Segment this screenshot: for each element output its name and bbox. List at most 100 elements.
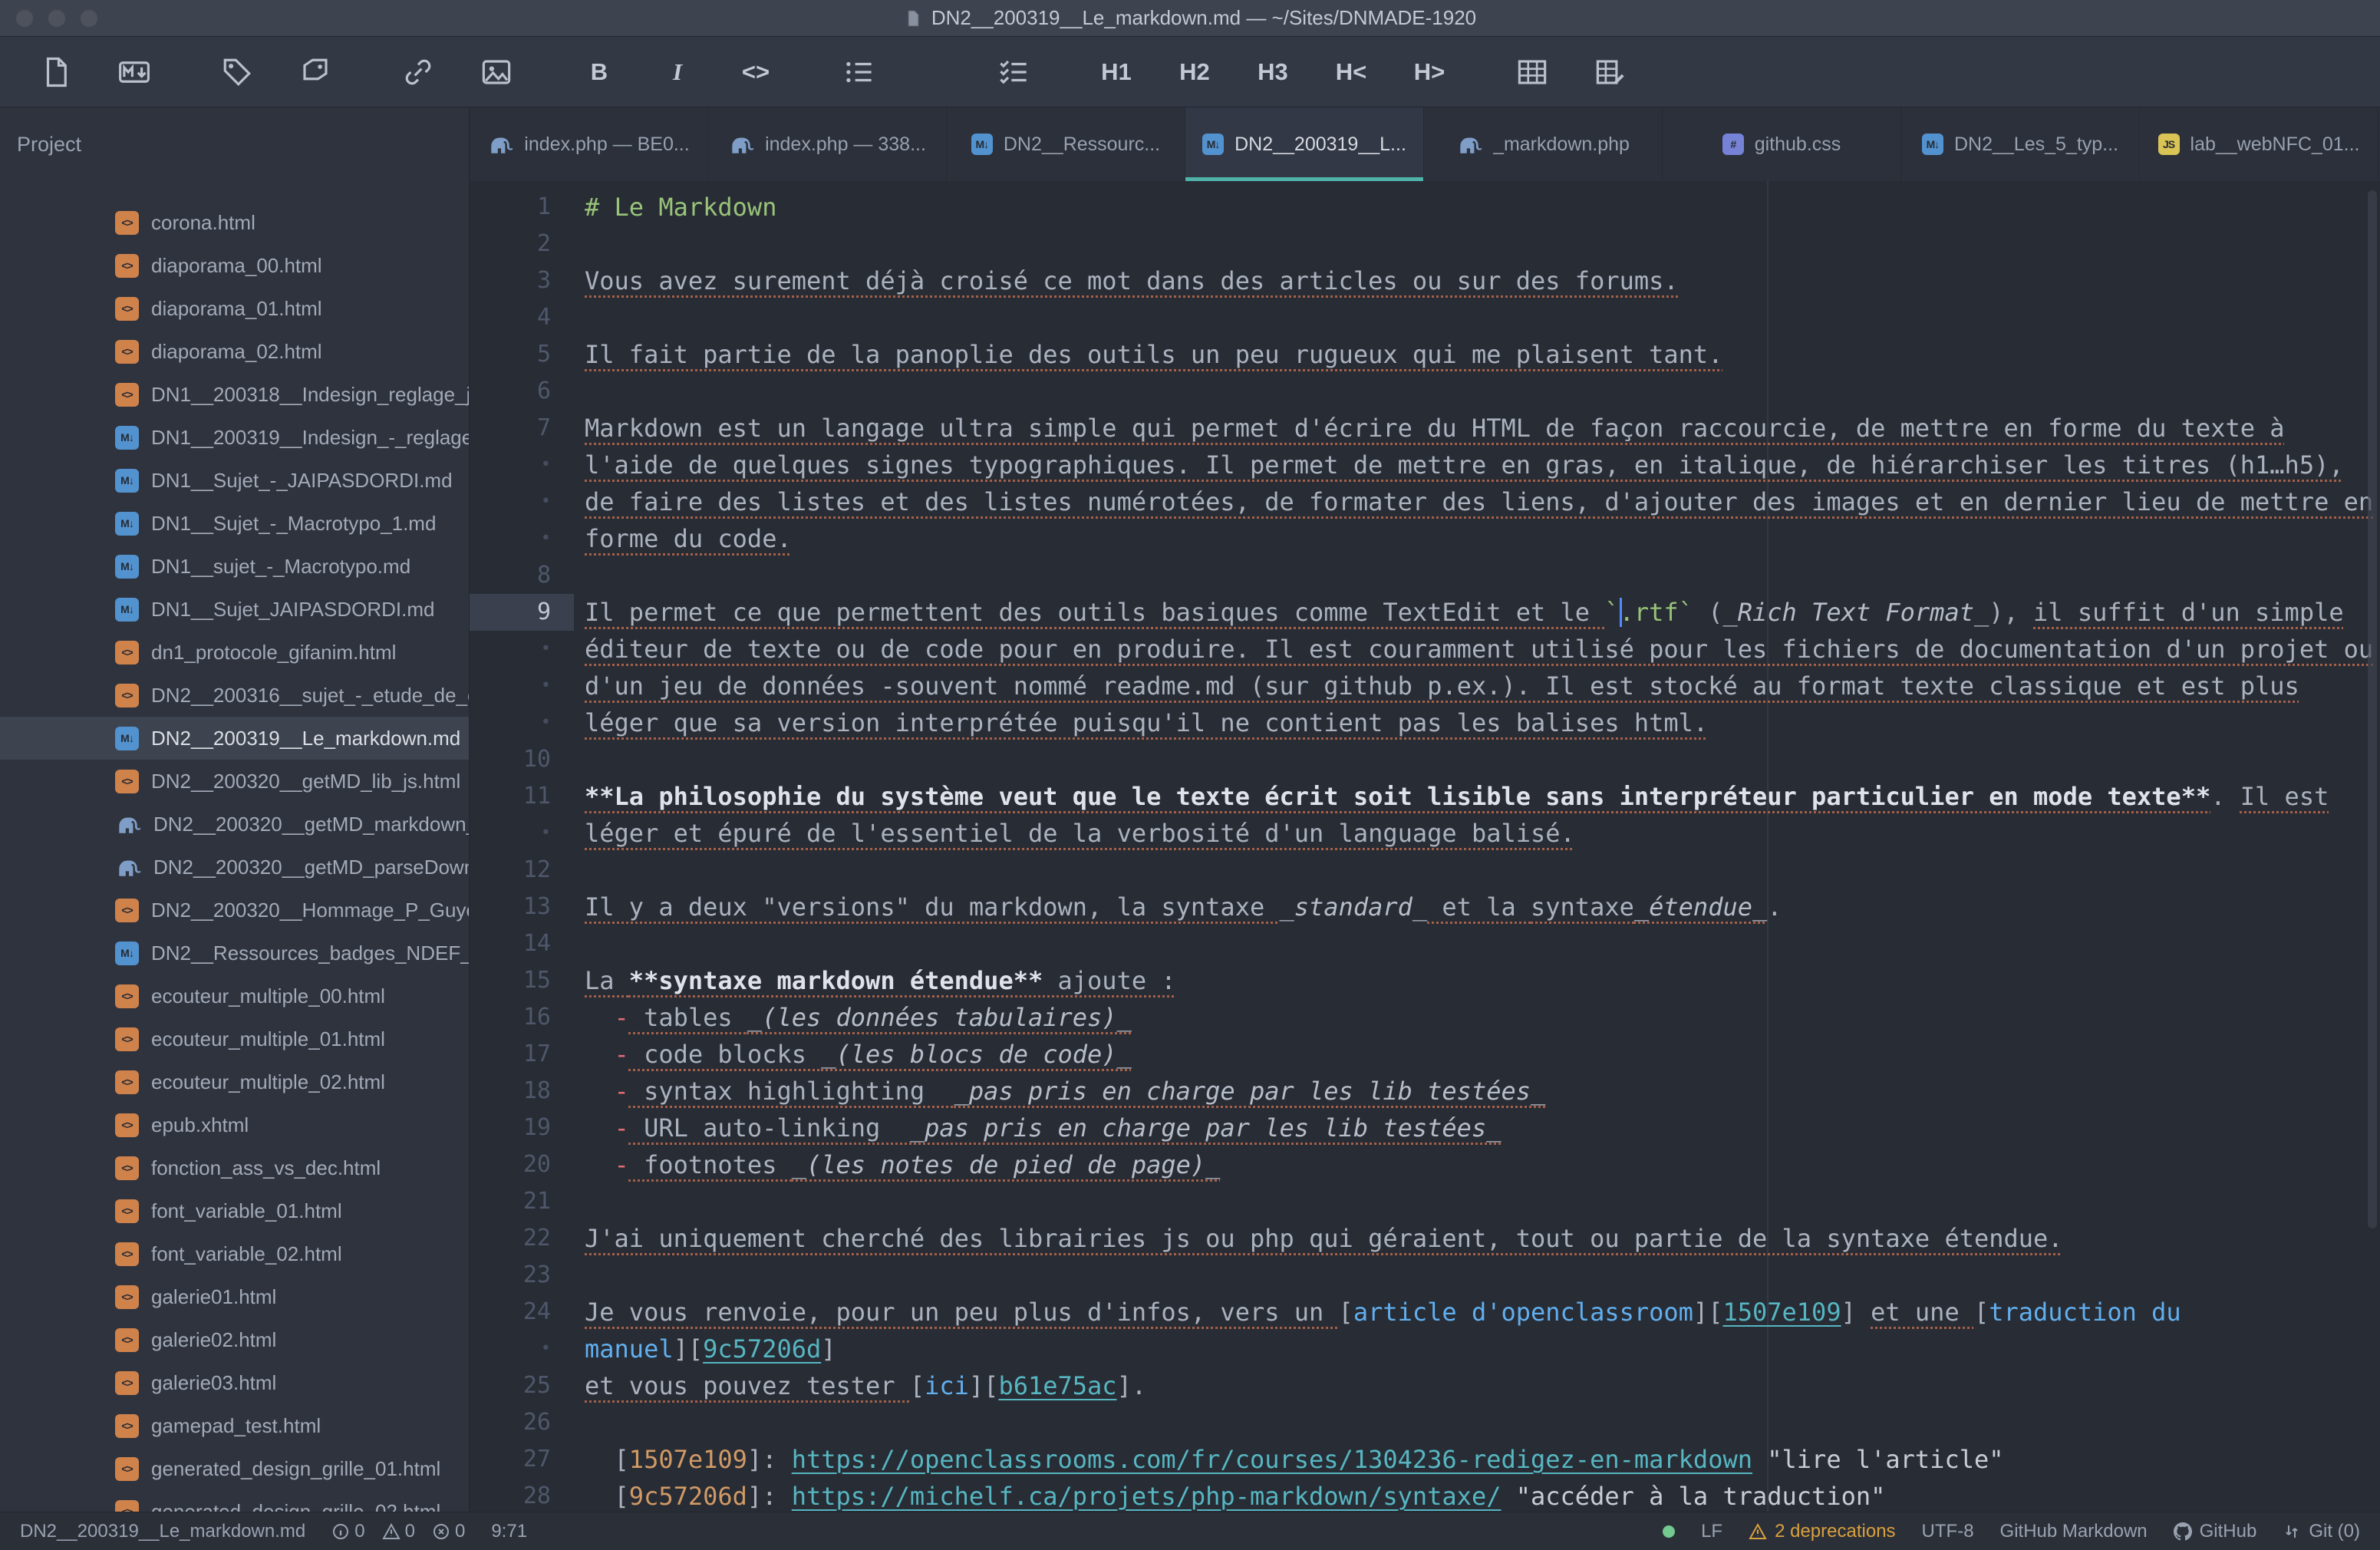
- tree-item-ecouteur_multiple_02.html[interactable]: <>ecouteur_multiple_02.html: [0, 1060, 469, 1103]
- italic-button[interactable]: I: [655, 48, 700, 96]
- code-line[interactable]: Markdown est un langage ultra simple qui…: [574, 410, 2380, 447]
- tree-item-diaporama_00.html[interactable]: <>diaporama_00.html: [0, 244, 469, 287]
- line-number[interactable]: 8: [470, 557, 574, 594]
- line-number[interactable]: 24: [470, 1294, 574, 1331]
- editor-scrollbar[interactable]: [2368, 190, 2377, 1228]
- status-deprecations[interactable]: 2 deprecations: [1749, 1521, 1895, 1542]
- code-button[interactable]: <>: [733, 48, 778, 96]
- code-line[interactable]: [574, 1257, 2380, 1294]
- line-number[interactable]: 14: [470, 925, 574, 962]
- tree-item-DN2__200316__sujet_-_etude_de_cas[interactable]: <>DN2__200316__sujet_-_etude_de_cas: [0, 674, 469, 717]
- status-github[interactable]: GitHub: [2174, 1521, 2257, 1542]
- tree-item-dn1_protocole_gifanim.html[interactable]: <>dn1_protocole_gifanim.html: [0, 631, 469, 674]
- tree-item-DN1__Sujet_-_Macrotypo_1.md[interactable]: M↓DN1__Sujet_-_Macrotypo_1.md: [0, 502, 469, 545]
- link-button[interactable]: [396, 48, 440, 96]
- code-line[interactable]: Il y a deux "versions" du markdown, la s…: [574, 889, 2380, 925]
- code-line[interactable]: [574, 741, 2380, 778]
- tree-item-DN1__Sujet_-_JAIPASDORDI.md[interactable]: M↓DN1__Sujet_-_JAIPASDORDI.md: [0, 459, 469, 502]
- line-number[interactable]: 18: [470, 1073, 574, 1110]
- code-line[interactable]: - tables _(les données tabulaires)_: [574, 999, 2380, 1036]
- code-line[interactable]: Il fait partie de la panoplie des outils…: [574, 336, 2380, 373]
- code-line[interactable]: de faire des listes et des listes numéro…: [574, 483, 2380, 520]
- check-list-button[interactable]: [991, 48, 1036, 96]
- code-line[interactable]: et vous pouvez tester [ici][b61e75ac].: [574, 1367, 2380, 1404]
- code-line[interactable]: Vous avez surement déjà croisé ce mot da…: [574, 262, 2380, 299]
- markdown-button[interactable]: [112, 48, 157, 96]
- tree-item-DN2__200320__getMD_lib_js.html[interactable]: <>DN2__200320__getMD_lib_js.html: [0, 760, 469, 803]
- code-line[interactable]: forme du code.: [574, 520, 2380, 557]
- table-button[interactable]: [1510, 48, 1554, 96]
- line-number[interactable]: 9: [470, 594, 574, 631]
- text-editor[interactable]: 1# Le Markdown23Vous avez surement déjà …: [470, 181, 2380, 1512]
- bullet-list-button[interactable]: [836, 48, 881, 96]
- code-line[interactable]: [574, 557, 2380, 594]
- line-number[interactable]: 20: [470, 1146, 574, 1183]
- line-number[interactable]: 28: [470, 1478, 574, 1512]
- code-line[interactable]: - syntax highlighting _pas pris en charg…: [574, 1073, 2380, 1110]
- code-line[interactable]: [9c57206d]: https://michelf.ca/projets/p…: [574, 1478, 2380, 1512]
- line-number[interactable]: 13: [470, 889, 574, 925]
- tab-DN2__Ressourc...[interactable]: M↓DN2__Ressourc...: [947, 107, 1185, 181]
- code-line[interactable]: manuel][9c57206d]: [574, 1331, 2380, 1367]
- tree-item-generated_design_grille_02.html[interactable]: <>generated_design_grille_02.html: [0, 1490, 469, 1512]
- tab-index.php — BE0...[interactable]: index.php — BE0...: [470, 107, 708, 181]
- tree-item-font_variable_02.html[interactable]: <>font_variable_02.html: [0, 1232, 469, 1275]
- line-number[interactable]: 19: [470, 1110, 574, 1146]
- code-line[interactable]: [574, 925, 2380, 962]
- tree-item-DN2__200320__getMD_markdown_lib[interactable]: DN2__200320__getMD_markdown_lib: [0, 803, 469, 846]
- code-line[interactable]: [574, 299, 2380, 336]
- code-line[interactable]: - code blocks _(les blocs de code)_: [574, 1036, 2380, 1073]
- code-line[interactable]: [1507e109]: https://openclassrooms.com/f…: [574, 1441, 2380, 1478]
- diagnostic-warning-triangle[interactable]: 0: [382, 1521, 415, 1542]
- tree-item-DN2__Ressources_badges_NDEF_-_N[interactable]: M↓DN2__Ressources_badges_NDEF_-_N: [0, 932, 469, 975]
- line-number[interactable]: 23: [470, 1257, 574, 1294]
- code-line[interactable]: - URL auto-linking _pas pris en charge p…: [574, 1110, 2380, 1146]
- line-number[interactable]: 25: [470, 1367, 574, 1404]
- tree-item-font_variable_01.html[interactable]: <>font_variable_01.html: [0, 1189, 469, 1232]
- heading-increase-button[interactable]: H>: [1407, 48, 1452, 96]
- line-number[interactable]: 1: [470, 189, 574, 226]
- heading-decrease-button[interactable]: H<: [1329, 48, 1373, 96]
- label-button[interactable]: [293, 48, 338, 96]
- code-line[interactable]: Il permet ce que permettent des outils b…: [574, 594, 2380, 631]
- cursor-position[interactable]: 9:71: [491, 1521, 527, 1542]
- line-number[interactable]: 26: [470, 1404, 574, 1441]
- tree-item-ecouteur_multiple_00.html[interactable]: <>ecouteur_multiple_00.html: [0, 975, 469, 1017]
- tab-DN2__Les_5_typ...[interactable]: M↓DN2__Les_5_typ...: [1901, 107, 2140, 181]
- status-git[interactable]: Git (0): [2283, 1521, 2360, 1542]
- line-number[interactable]: 21: [470, 1183, 574, 1220]
- line-number[interactable]: 12: [470, 852, 574, 889]
- h3-button[interactable]: H3: [1251, 48, 1295, 96]
- tree-item-generated_design_grille_01.html[interactable]: <>generated_design_grille_01.html: [0, 1447, 469, 1490]
- tree-item-gamepad_test.html[interactable]: <>gamepad_test.html: [0, 1404, 469, 1447]
- code-line[interactable]: [574, 1183, 2380, 1220]
- tree-item-fonction_ass_vs_dec.html[interactable]: <>fonction_ass_vs_dec.html: [0, 1146, 469, 1189]
- line-number[interactable]: 16: [470, 999, 574, 1036]
- code-line[interactable]: léger que sa version interprétée puisqu'…: [574, 704, 2380, 741]
- code-line[interactable]: d'un jeu de données -souvent nommé readm…: [574, 668, 2380, 704]
- code-line[interactable]: - footnotes _(les notes de pied de page)…: [574, 1146, 2380, 1183]
- zoom-button[interactable]: [80, 9, 98, 28]
- code-line[interactable]: [574, 226, 2380, 262]
- edit-table-button[interactable]: [1588, 48, 1633, 96]
- line-number[interactable]: 27: [470, 1441, 574, 1478]
- line-number[interactable]: 4: [470, 299, 574, 336]
- tree-item-DN2__200320__getMD_parseDown_lib[interactable]: DN2__200320__getMD_parseDown_lib: [0, 846, 469, 889]
- tree-item-DN2__200319__Le_markdown.md[interactable]: M↓DN2__200319__Le_markdown.md: [0, 717, 469, 760]
- tree-item-diaporama_01.html[interactable]: <>diaporama_01.html: [0, 287, 469, 330]
- code-line[interactable]: éditeur de texte ou de code pour en prod…: [574, 631, 2380, 668]
- diagnostic-info-circle[interactable]: 0: [331, 1521, 364, 1542]
- line-number[interactable]: 15: [470, 962, 574, 999]
- tab-lab__webNFC_01...[interactable]: JSlab__webNFC_01...: [2140, 107, 2378, 181]
- new-file-button[interactable]: [34, 48, 78, 96]
- tree-item-galerie03.html[interactable]: <>galerie03.html: [0, 1361, 469, 1404]
- bold-button[interactable]: B: [577, 48, 621, 96]
- code-line[interactable]: léger et épuré de l'essentiel de la verb…: [574, 815, 2380, 852]
- diagnostics-summary[interactable]: 000: [331, 1521, 465, 1542]
- line-number[interactable]: 22: [470, 1220, 574, 1257]
- tag-button[interactable]: [215, 48, 259, 96]
- close-button[interactable]: [15, 9, 34, 28]
- line-number[interactable]: 11: [470, 778, 574, 815]
- line-number[interactable]: 10: [470, 741, 574, 778]
- line-number[interactable]: 7: [470, 410, 574, 447]
